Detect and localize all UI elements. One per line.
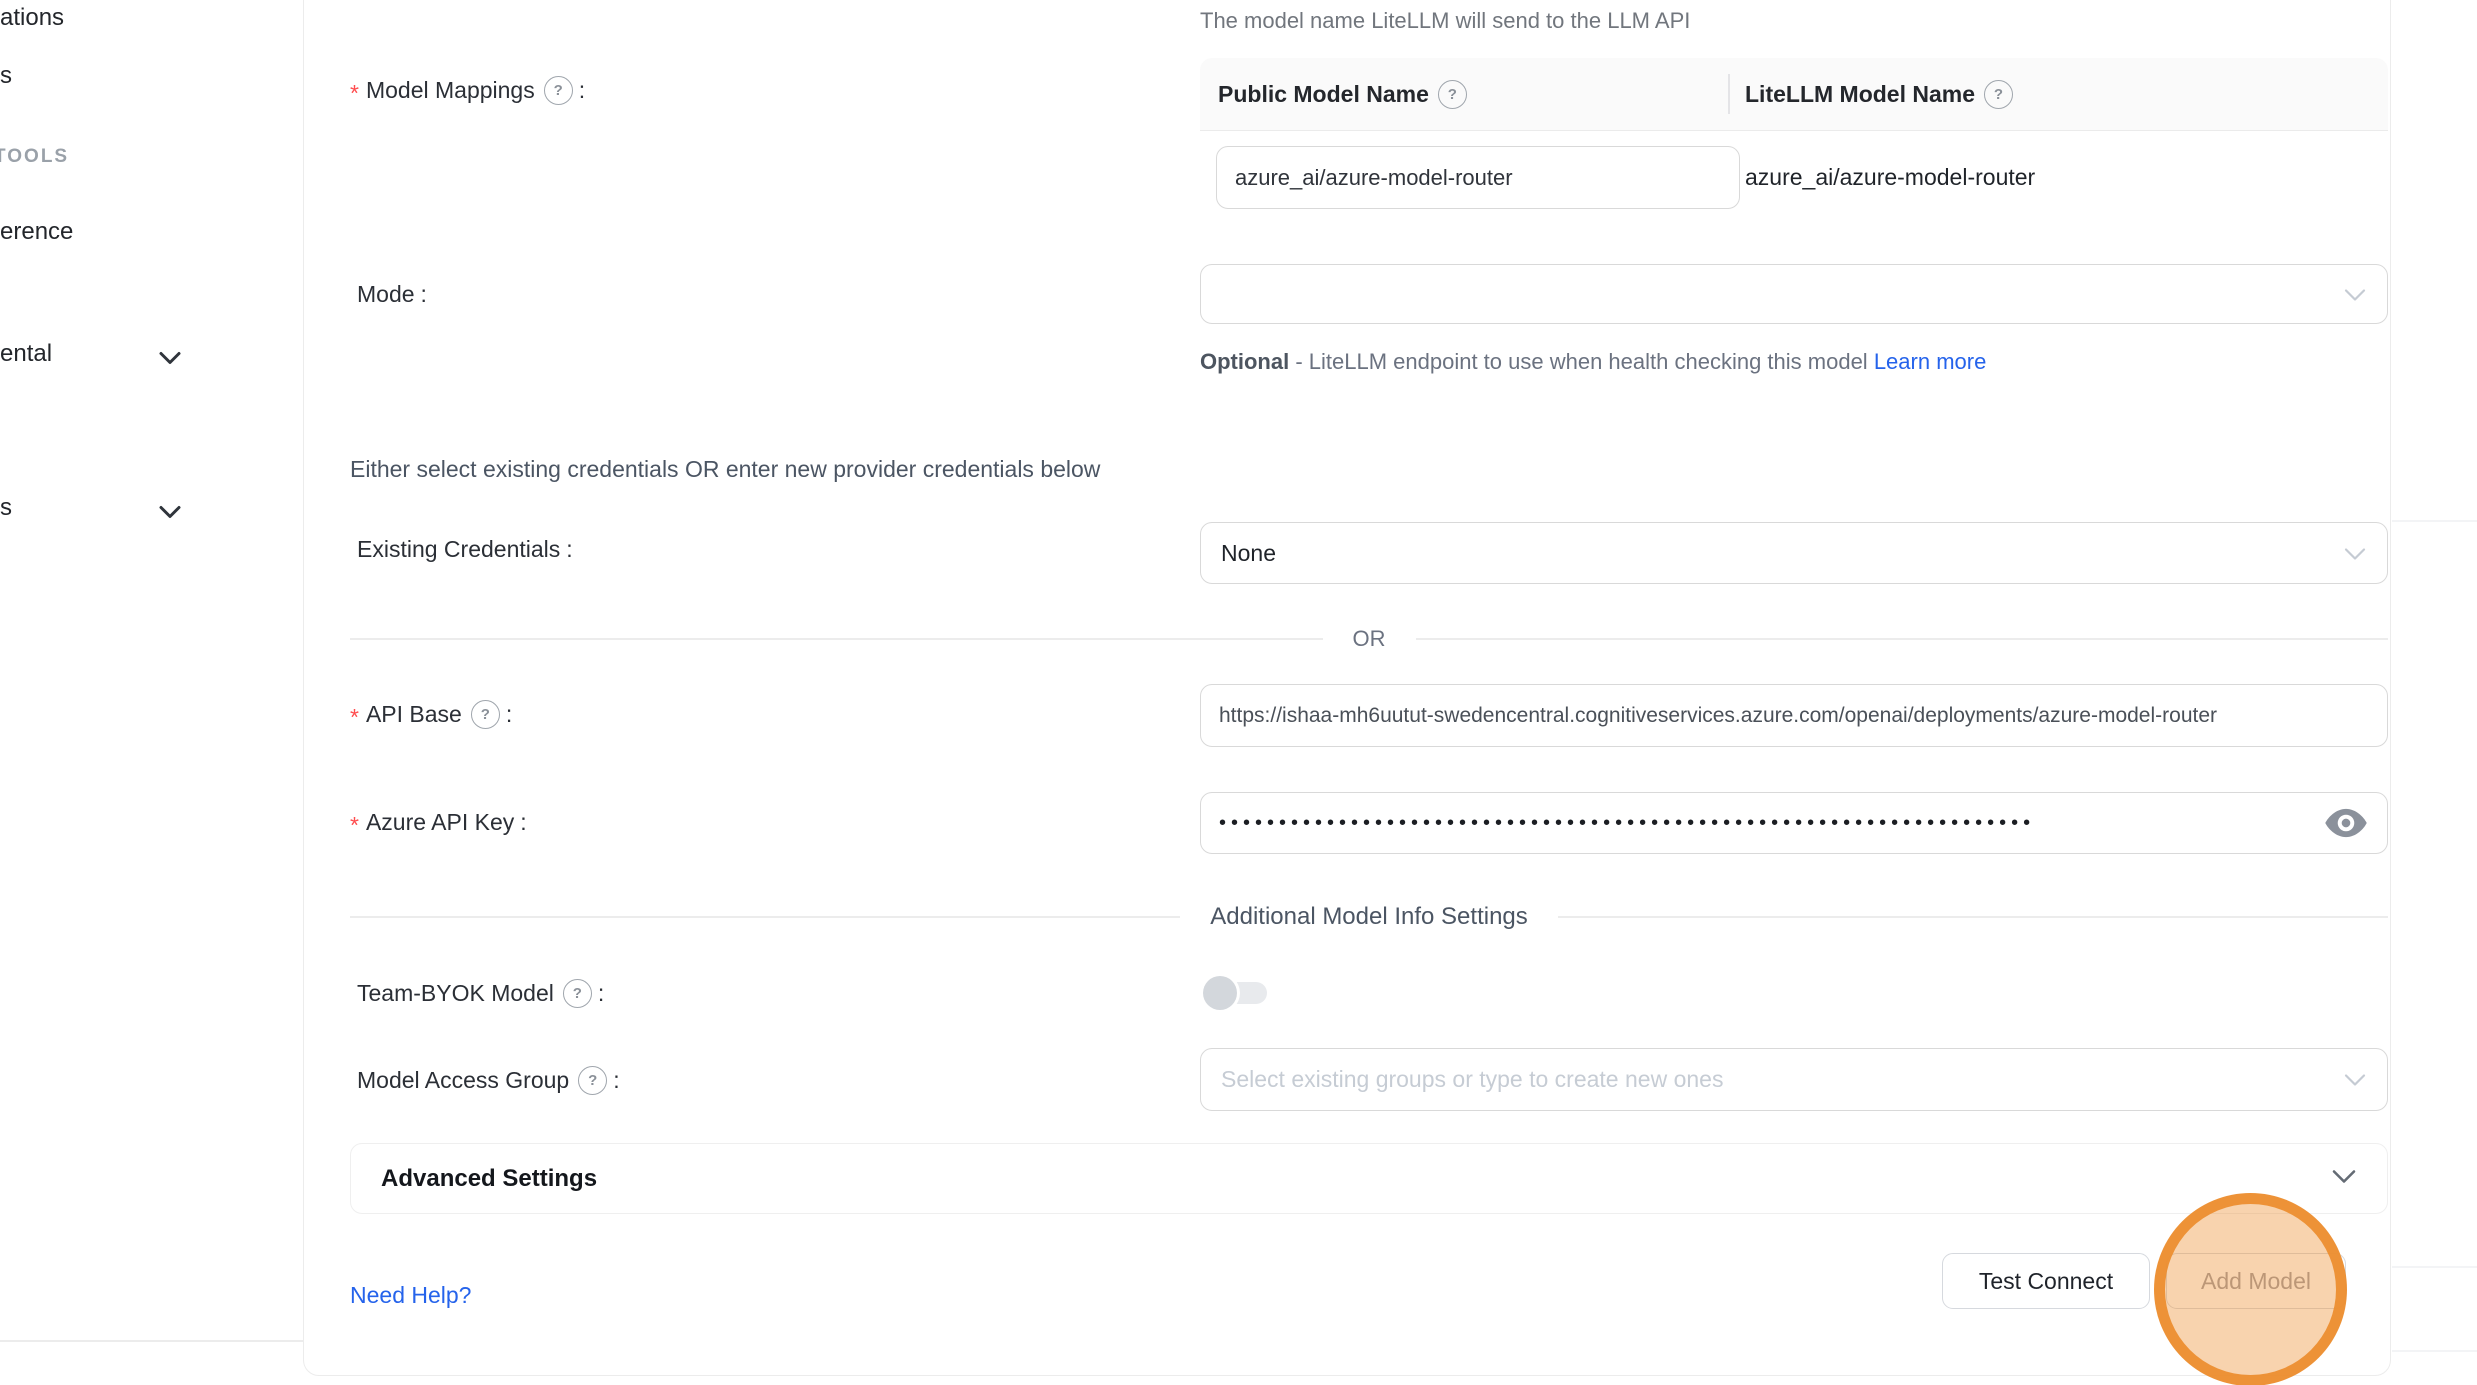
chevron-down-icon — [2343, 540, 2367, 567]
api-base-label: * API Base ? : — [350, 698, 512, 730]
table-body-row: azure_ai/azure-model-router azure_ai/azu… — [1200, 131, 2388, 241]
add-model-button[interactable]: Add Model — [2166, 1253, 2346, 1309]
sidebar-item-1[interactable]: ations — [0, 4, 64, 32]
test-connect-button[interactable]: Test Connect — [1942, 1253, 2150, 1309]
add-model-page: ations s TOOLS erence ental s The model … — [0, 0, 2477, 1385]
background-row-line — [2392, 520, 2477, 522]
or-divider: OR — [350, 626, 2388, 652]
sidebar-item-5[interactable]: s — [0, 494, 12, 522]
required-asterisk: * — [350, 80, 359, 107]
mode-helper-text: Optional - LiteLLM endpoint to use when … — [1200, 342, 2000, 382]
mode-label: Mode : — [357, 278, 427, 310]
required-asterisk: * — [350, 704, 359, 731]
litellm-model-name-value: azure_ai/azure-model-router — [1745, 146, 2035, 209]
model-access-group-label: Model Access Group ? : — [357, 1064, 620, 1096]
chevron-down-icon[interactable] — [158, 505, 182, 524]
public-model-name-input[interactable]: azure_ai/azure-model-router — [1216, 146, 1740, 209]
mode-select[interactable] — [1200, 264, 2388, 324]
sidebar-item-3[interactable]: erence — [0, 218, 73, 246]
help-icon[interactable]: ? — [544, 76, 573, 105]
model-mappings-label: * Model Mappings ? : — [350, 74, 585, 106]
model-name-helper-text: The model name LiteLLM will send to the … — [1200, 8, 1690, 34]
toggle-knob — [1203, 976, 1237, 1010]
table-header-public-model: Public Model Name ? — [1200, 80, 1728, 109]
help-icon[interactable]: ? — [1984, 80, 2013, 109]
table-header-litellm-model: LiteLLM Model Name ? — [1728, 80, 2013, 109]
help-icon[interactable]: ? — [563, 979, 592, 1008]
team-byok-label: Team-BYOK Model ? : — [357, 977, 604, 1009]
advanced-settings-title: Advanced Settings — [381, 1165, 597, 1193]
existing-credentials-select[interactable]: None — [1200, 522, 2388, 584]
chevron-down-icon[interactable] — [158, 351, 182, 370]
additional-settings-divider: Additional Model Info Settings — [350, 902, 2388, 932]
chevron-down-icon — [2343, 1066, 2367, 1093]
chevron-down-icon — [2343, 281, 2367, 308]
help-icon[interactable]: ? — [471, 700, 500, 729]
help-icon[interactable]: ? — [578, 1066, 607, 1095]
eye-icon[interactable] — [2323, 807, 2369, 839]
model-mappings-table: Public Model Name ? LiteLLM Model Name ?… — [1200, 58, 2388, 241]
sidebar-section-tools: TOOLS — [0, 146, 69, 168]
chevron-down-icon — [2331, 1169, 2357, 1189]
additional-settings-divider-text: Additional Model Info Settings — [1210, 903, 1528, 931]
background-row-line — [2392, 1266, 2477, 1268]
team-byok-toggle[interactable] — [1203, 975, 1269, 1011]
azure-api-key-label: * Azure API Key : — [350, 806, 527, 838]
header-column-divider — [1728, 74, 1730, 114]
model-access-group-select[interactable]: Select existing groups or type to create… — [1200, 1048, 2388, 1111]
background-row-line — [2392, 1350, 2477, 1352]
existing-credentials-label: Existing Credentials : — [357, 533, 573, 565]
masked-password-dots: ••••••••••••••••••••••••••••••••••••••••… — [1219, 812, 2311, 835]
sidebar-item-4[interactable]: ental — [0, 340, 52, 368]
learn-more-link[interactable]: Learn more — [1874, 349, 1987, 374]
advanced-settings-collapse[interactable]: Advanced Settings — [350, 1143, 2388, 1214]
table-header-row: Public Model Name ? LiteLLM Model Name ? — [1200, 58, 2388, 131]
help-icon[interactable]: ? — [1438, 80, 1467, 109]
credentials-note: Either select existing credentials OR en… — [350, 456, 1100, 483]
required-asterisk: * — [350, 812, 359, 839]
sidebar-bottom-divider — [0, 1340, 303, 1342]
azure-api-key-input[interactable]: ••••••••••••••••••••••••••••••••••••••••… — [1200, 792, 2388, 854]
sidebar-item-2[interactable]: s — [0, 62, 12, 90]
need-help-link[interactable]: Need Help? — [350, 1282, 471, 1309]
api-base-input[interactable]: https://ishaa-mh6uutut-swedencentral.cog… — [1200, 684, 2388, 747]
or-divider-text: OR — [1353, 626, 1386, 652]
